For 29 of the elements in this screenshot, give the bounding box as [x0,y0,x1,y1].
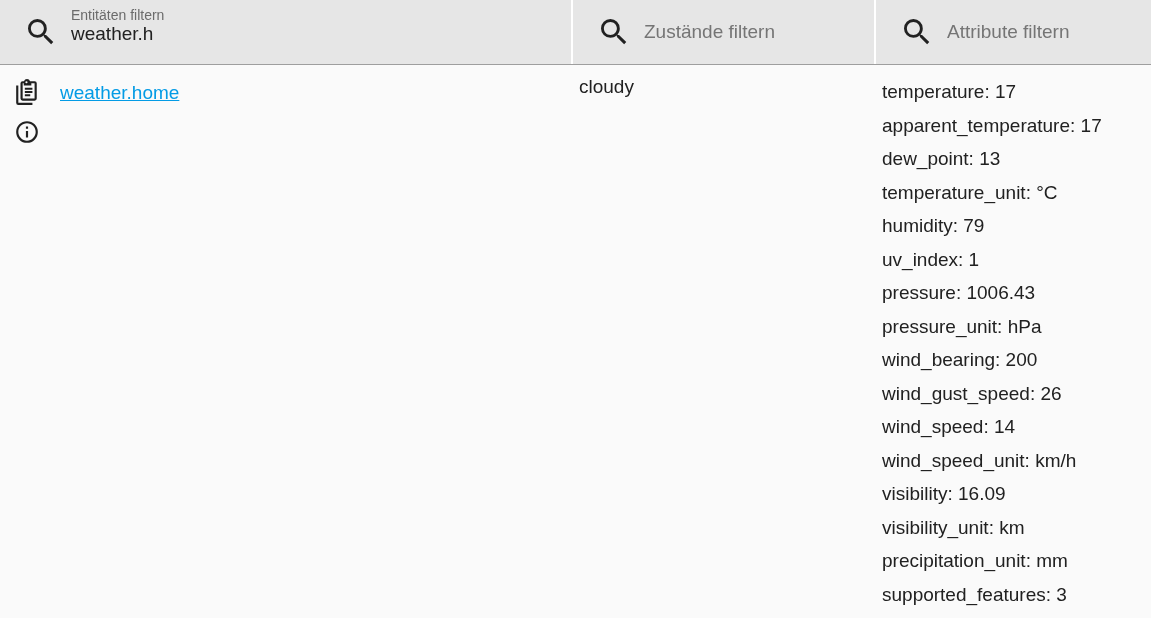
attribute-text: temperature_unit: °C [882,180,1058,206]
attribute-text: apparent_temperature: 17 [882,113,1102,139]
entity-state: cloudy [578,75,635,98]
search-icon [904,19,930,45]
info-icon[interactable] [14,119,40,145]
search-icon [601,19,627,45]
attribute-text: wind_speed_unit: km/h [882,448,1077,474]
search-field[interactable]: Zustände filtern [573,0,874,64]
attribute-text: humidity: 79 [882,214,985,238]
filter-input[interactable]: Attribute filtern [947,21,1141,43]
clipboard-icon[interactable] [14,79,40,105]
attribute-text: pressure_unit: hPa [882,314,1042,340]
attribute-text: supported_features: 3 [882,582,1067,608]
attribute-text: dew_point: 13 [882,147,1001,172]
attribute-text: temperature: 17 [882,80,1017,104]
attribute-text: precipitation_unit: mm [882,549,1068,574]
attribute-text: uv_index: 1 [882,247,980,273]
attribute-text: visibility: 16.09 [882,482,1006,506]
search-icon [28,19,54,45]
filter-input[interactable]: weather.h [71,23,561,45]
search-field[interactable]: Attribute filtern [876,0,1151,64]
search-field[interactable]: Entitäten filtern weather.h [0,0,571,64]
attribute-text: pressure: 1006.43 [882,281,1036,305]
attribute-text: wind_speed: 14 [882,415,1016,440]
field-label: Entitäten filtern [71,7,166,23]
attribute-text: wind_bearing: 200 [882,348,1038,373]
attribute-text: wind_gust_speed: 26 [882,381,1062,407]
attribute-text: visibility_unit: km [882,515,1025,541]
filter-input[interactable]: Zustände filtern [644,21,864,43]
